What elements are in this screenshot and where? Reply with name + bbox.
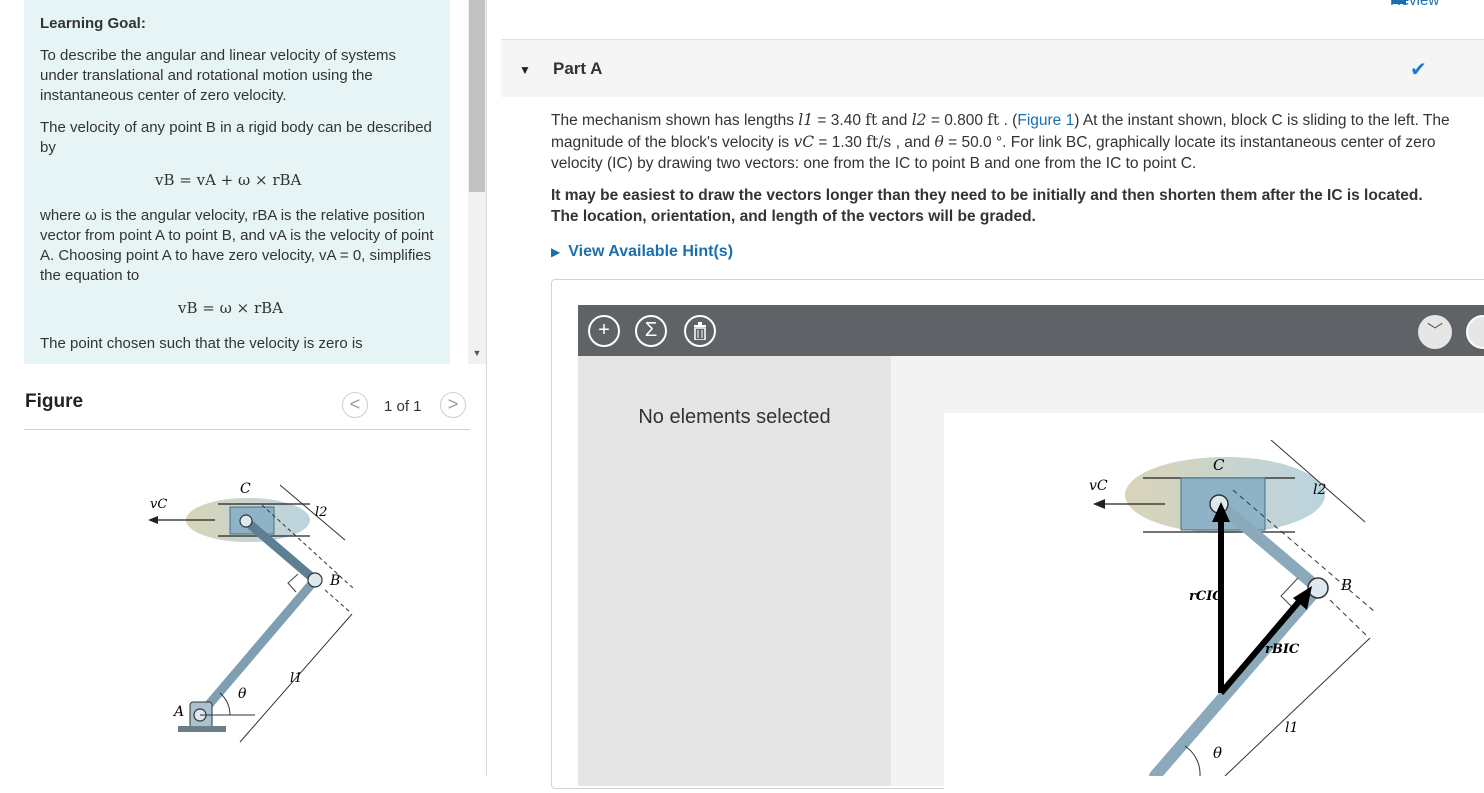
ground: [178, 726, 226, 732]
label-vc: vC: [150, 497, 167, 512]
checkmark-icon: ✔: [1410, 59, 1427, 81]
learning-goal-intro: To describe the angular and linear veloc…: [40, 47, 397, 104]
label-c: C: [240, 481, 251, 497]
figure-link[interactable]: Figure 1: [1017, 112, 1074, 129]
learning-goal-p4: The point chosen such that the velocity …: [40, 335, 363, 352]
l1-ext-dash: [1329, 599, 1368, 637]
learning-goal-panel: Learning Goal: To describe the angular a…: [24, 0, 450, 364]
link-ab: [195, 575, 320, 720]
label-l1: l1: [1285, 720, 1298, 736]
vc-arrowhead: [148, 516, 158, 524]
canvas-mechanism[interactable]: vC C B l2 l1 θ rCIC rBIC: [1085, 440, 1484, 776]
problem-text: . (: [999, 112, 1018, 129]
label-l2: l2: [315, 505, 327, 520]
collapse-caret-icon[interactable]: ▼: [519, 63, 531, 77]
add-vector-button[interactable]: +: [588, 315, 620, 347]
label-r-bic: rBIC: [1265, 642, 1300, 657]
var-l1: l1: [798, 111, 814, 129]
problem-text: and: [877, 112, 912, 129]
sigma-button[interactable]: Σ: [635, 315, 667, 347]
var-theta: θ: [934, 132, 944, 151]
label-b: B: [329, 573, 340, 589]
vc-arrowhead: [1093, 499, 1105, 509]
equation-1: vB = vA + ω × rBA: [155, 171, 302, 189]
var-l2: l2: [911, 111, 927, 129]
learning-goal-heading: Learning Goal:: [40, 15, 146, 32]
part-a-header[interactable]: [501, 39, 1484, 97]
unit-fts: ft/s: [866, 132, 892, 151]
problem-text: The mechanism shown has lengths: [551, 112, 799, 129]
hint-label: View Available Hint(s): [568, 243, 734, 260]
pin-b: [307, 572, 323, 588]
problem-text: = 0.800: [926, 112, 988, 129]
label-theta: θ: [238, 686, 247, 702]
label-r-cic: rCIC: [1189, 589, 1223, 604]
label-theta: θ: [1213, 744, 1222, 762]
part-a-title: Part A: [553, 59, 603, 78]
instruction-note: It may be easiest to draw the vectors lo…: [551, 187, 1423, 225]
label-l2: l2: [1313, 482, 1326, 498]
equation-2: vB = ω × rBA: [178, 299, 283, 317]
figure-title: Figure: [25, 391, 84, 412]
pin-c: [239, 514, 253, 528]
mechanism-figure: vC C B l2 l1 A θ: [148, 481, 354, 743]
problem-text: = 3.40: [813, 112, 866, 129]
no-elements-message: No elements selected: [638, 406, 831, 428]
problem-text: = 1.30: [814, 133, 867, 151]
right-angle-mark: [287, 573, 299, 593]
review-link[interactable]: Review: [1390, 0, 1439, 9]
figure-prev-button[interactable]: <: [342, 392, 368, 418]
learning-goal-p3: where ω is the angular velocity, rBA is …: [40, 207, 434, 284]
scroll-down-arrow-icon[interactable]: ▼: [470, 346, 484, 360]
label-a: A: [172, 704, 184, 720]
figure-next-button[interactable]: >: [440, 392, 466, 418]
label-l1: l1: [290, 671, 302, 686]
learning-goal-p2: The velocity of any point B in a rigid b…: [40, 119, 432, 156]
unit-ft: ft: [865, 111, 878, 129]
theta-arc: [1184, 745, 1201, 776]
column-divider: [486, 0, 487, 776]
hint-caret-icon: ▶: [551, 245, 561, 259]
unit-ft: ft: [987, 111, 1000, 129]
var-vc: vC: [793, 132, 815, 151]
chevron-down-icon[interactable]: ﹀: [1418, 315, 1452, 349]
label-c: C: [1213, 456, 1225, 474]
l1-ext-dash: [324, 589, 351, 613]
trash-icon[interactable]: [684, 315, 716, 347]
link-ab: [1149, 582, 1324, 776]
problem-statement: The mechanism shown has lengths l1 = 3.4…: [551, 110, 1451, 175]
view-hints-link[interactable]: ▶ View Available Hint(s): [551, 243, 733, 261]
figure-page-count: 1 of 1: [384, 398, 422, 415]
problem-text: , and: [891, 133, 935, 151]
goal-scrollbar-thumb[interactable]: [469, 0, 485, 192]
trash-icon-glyph: [694, 322, 706, 341]
label-vc: vC: [1089, 478, 1108, 494]
